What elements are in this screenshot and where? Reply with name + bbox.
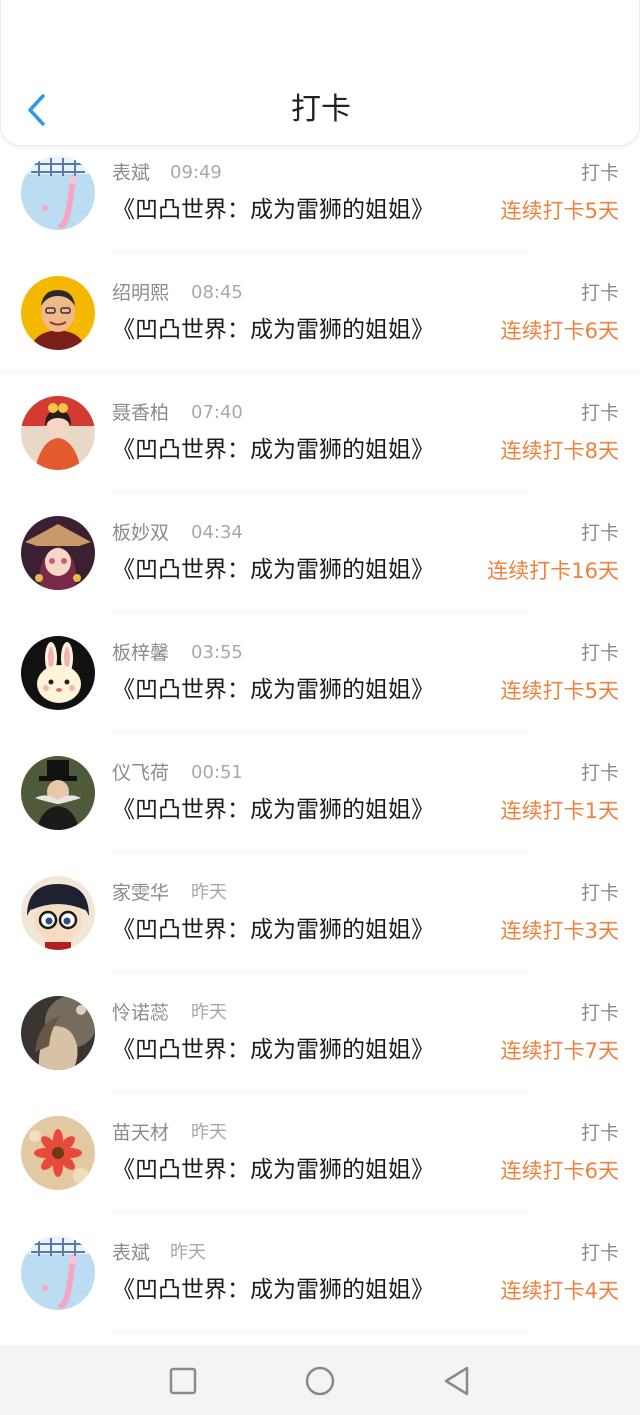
checkin-row[interactable]: 表斌 09:49 《凹凸世界：成为雷狮的姐姐》 打卡 连续打卡5天 (0, 146, 640, 266)
checkin-time: 00:51 (191, 762, 243, 783)
cartoon-man-avatar[interactable] (21, 276, 95, 350)
checkin-screen: 打卡 表斌 09:49 《凹凸世界：成为雷狮的姐姐》 打卡 连续打卡5天 绍明熙… (0, 0, 640, 1415)
page-title: 打卡 (291, 92, 351, 127)
portrait-avatar[interactable] (21, 996, 95, 1070)
user-name: 板梓馨 (112, 642, 170, 664)
checkin-time: 07:40 (191, 402, 243, 423)
book-title[interactable]: 《凹凸世界：成为雷狮的姐姐》 (112, 673, 434, 707)
checkin-time: 03:55 (191, 642, 243, 663)
checkin-row[interactable]: 绍明熙 08:45 《凹凸世界：成为雷狮的姐姐》 打卡 连续打卡6天 (0, 266, 640, 386)
row-divider (112, 972, 530, 973)
user-name: 表斌 (112, 1242, 151, 1264)
top-hat-man-avatar[interactable] (21, 756, 95, 830)
book-title[interactable]: 《凹凸世界：成为雷狮的姐姐》 (112, 913, 434, 947)
recents-button[interactable] (163, 1361, 203, 1401)
user-name: 家雯华 (112, 882, 170, 904)
row-divider (112, 1212, 530, 1213)
streak-label: 连续打卡1天 (500, 799, 619, 823)
row-divider (112, 252, 530, 253)
anime-girl-avatar[interactable] (21, 516, 95, 590)
checkin-row[interactable]: 聂香柏 07:40 《凹凸世界：成为雷狮的姐姐》 打卡 连续打卡8天 (0, 386, 640, 506)
action-label: 打卡 (580, 402, 619, 424)
detective-avatar[interactable] (21, 876, 95, 950)
checkin-row[interactable]: 仪飞荷 00:51 《凹凸世界：成为雷狮的姐姐》 打卡 连续打卡1天 (0, 746, 640, 866)
book-title[interactable]: 《凹凸世界：成为雷狮的姐姐》 (112, 193, 434, 227)
action-label: 打卡 (580, 522, 619, 544)
book-title[interactable]: 《凹凸世界：成为雷狮的姐姐》 (112, 553, 434, 587)
checkin-time: 昨天 (191, 882, 227, 903)
square-icon (169, 1367, 197, 1395)
streak-label: 连续打卡3天 (500, 919, 619, 943)
cherry-blossom-avatar[interactable] (21, 156, 95, 230)
book-title[interactable]: 《凹凸世界：成为雷狮的姐姐》 (112, 1153, 434, 1187)
checkin-list: 表斌 09:49 《凹凸世界：成为雷狮的姐姐》 打卡 连续打卡5天 绍明熙 08… (0, 146, 640, 1345)
checkin-row[interactable]: 苗天材 昨天 《凹凸世界：成为雷狮的姐姐》 打卡 连续打卡6天 (0, 1106, 640, 1226)
checkin-time: 昨天 (191, 1002, 227, 1023)
checkin-row[interactable]: 板妙双 04:34 《凹凸世界：成为雷狮的姐姐》 打卡 连续打卡16天 (0, 506, 640, 626)
user-name: 板妙双 (112, 522, 170, 544)
streak-label: 连续打卡8天 (500, 439, 619, 463)
row-divider (112, 732, 530, 733)
circle-icon (305, 1366, 335, 1396)
action-label: 打卡 (580, 1242, 619, 1264)
action-label: 打卡 (580, 1002, 619, 1024)
book-title[interactable]: 《凹凸世界：成为雷狮的姐姐》 (112, 433, 434, 467)
top-bar: 打卡 (0, 0, 640, 146)
streak-label: 连续打卡6天 (500, 1159, 619, 1183)
streak-label: 连续打卡5天 (500, 679, 619, 703)
doll-avatar[interactable] (21, 396, 95, 470)
checkin-time: 昨天 (170, 1242, 206, 1263)
book-title[interactable]: 《凹凸世界：成为雷狮的姐姐》 (112, 313, 434, 347)
system-navigation-bar (0, 1345, 640, 1415)
triangle-back-icon (444, 1366, 469, 1396)
checkin-row[interactable]: 表斌 昨天 《凹凸世界：成为雷狮的姐姐》 打卡 连续打卡4天 (0, 1226, 640, 1345)
action-label: 打卡 (580, 162, 619, 184)
book-title[interactable]: 《凹凸世界：成为雷狮的姐姐》 (112, 1033, 434, 1067)
user-name: 苗天材 (112, 1122, 170, 1144)
checkin-row[interactable]: 怜诺蕊 昨天 《凹凸世界：成为雷狮的姐姐》 打卡 连续打卡7天 (0, 986, 640, 1106)
checkin-time: 昨天 (191, 1122, 227, 1143)
row-divider (112, 1332, 530, 1333)
row-divider (112, 1092, 530, 1093)
checkin-time: 09:49 (170, 162, 222, 183)
action-label: 打卡 (580, 642, 619, 664)
user-name: 怜诺蕊 (112, 1002, 170, 1024)
action-label: 打卡 (580, 762, 619, 784)
row-divider (112, 612, 530, 613)
user-name: 表斌 (112, 162, 151, 184)
flower-avatar[interactable] (21, 1116, 95, 1190)
action-label: 打卡 (580, 882, 619, 904)
bunny-avatar[interactable] (21, 636, 95, 710)
streak-label: 连续打卡5天 (500, 199, 619, 223)
user-name: 聂香柏 (112, 402, 170, 424)
user-name: 仪飞荷 (112, 762, 170, 784)
row-divider (112, 492, 530, 493)
checkin-time: 04:34 (191, 522, 243, 543)
user-name: 绍明熙 (112, 282, 170, 304)
checkin-time: 08:45 (191, 282, 243, 303)
streak-label: 连续打卡16天 (487, 559, 619, 583)
streak-label: 连续打卡7天 (500, 1039, 619, 1063)
row-divider (112, 852, 530, 853)
row-divider (0, 372, 640, 373)
checkin-row[interactable]: 家雯华 昨天 《凹凸世界：成为雷狮的姐姐》 打卡 连续打卡3天 (0, 866, 640, 986)
checkin-row[interactable]: 板梓馨 03:55 《凹凸世界：成为雷狮的姐姐》 打卡 连续打卡5天 (0, 626, 640, 746)
action-label: 打卡 (580, 1122, 619, 1144)
streak-label: 连续打卡6天 (500, 319, 619, 343)
book-title[interactable]: 《凹凸世界：成为雷狮的姐姐》 (112, 793, 434, 827)
book-title[interactable]: 《凹凸世界：成为雷狮的姐姐》 (112, 1273, 434, 1307)
system-back-button[interactable] (436, 1361, 476, 1401)
action-label: 打卡 (580, 282, 619, 304)
cherry-blossom-avatar[interactable] (21, 1236, 95, 1310)
home-button[interactable] (300, 1361, 340, 1401)
streak-label: 连续打卡4天 (500, 1279, 619, 1303)
